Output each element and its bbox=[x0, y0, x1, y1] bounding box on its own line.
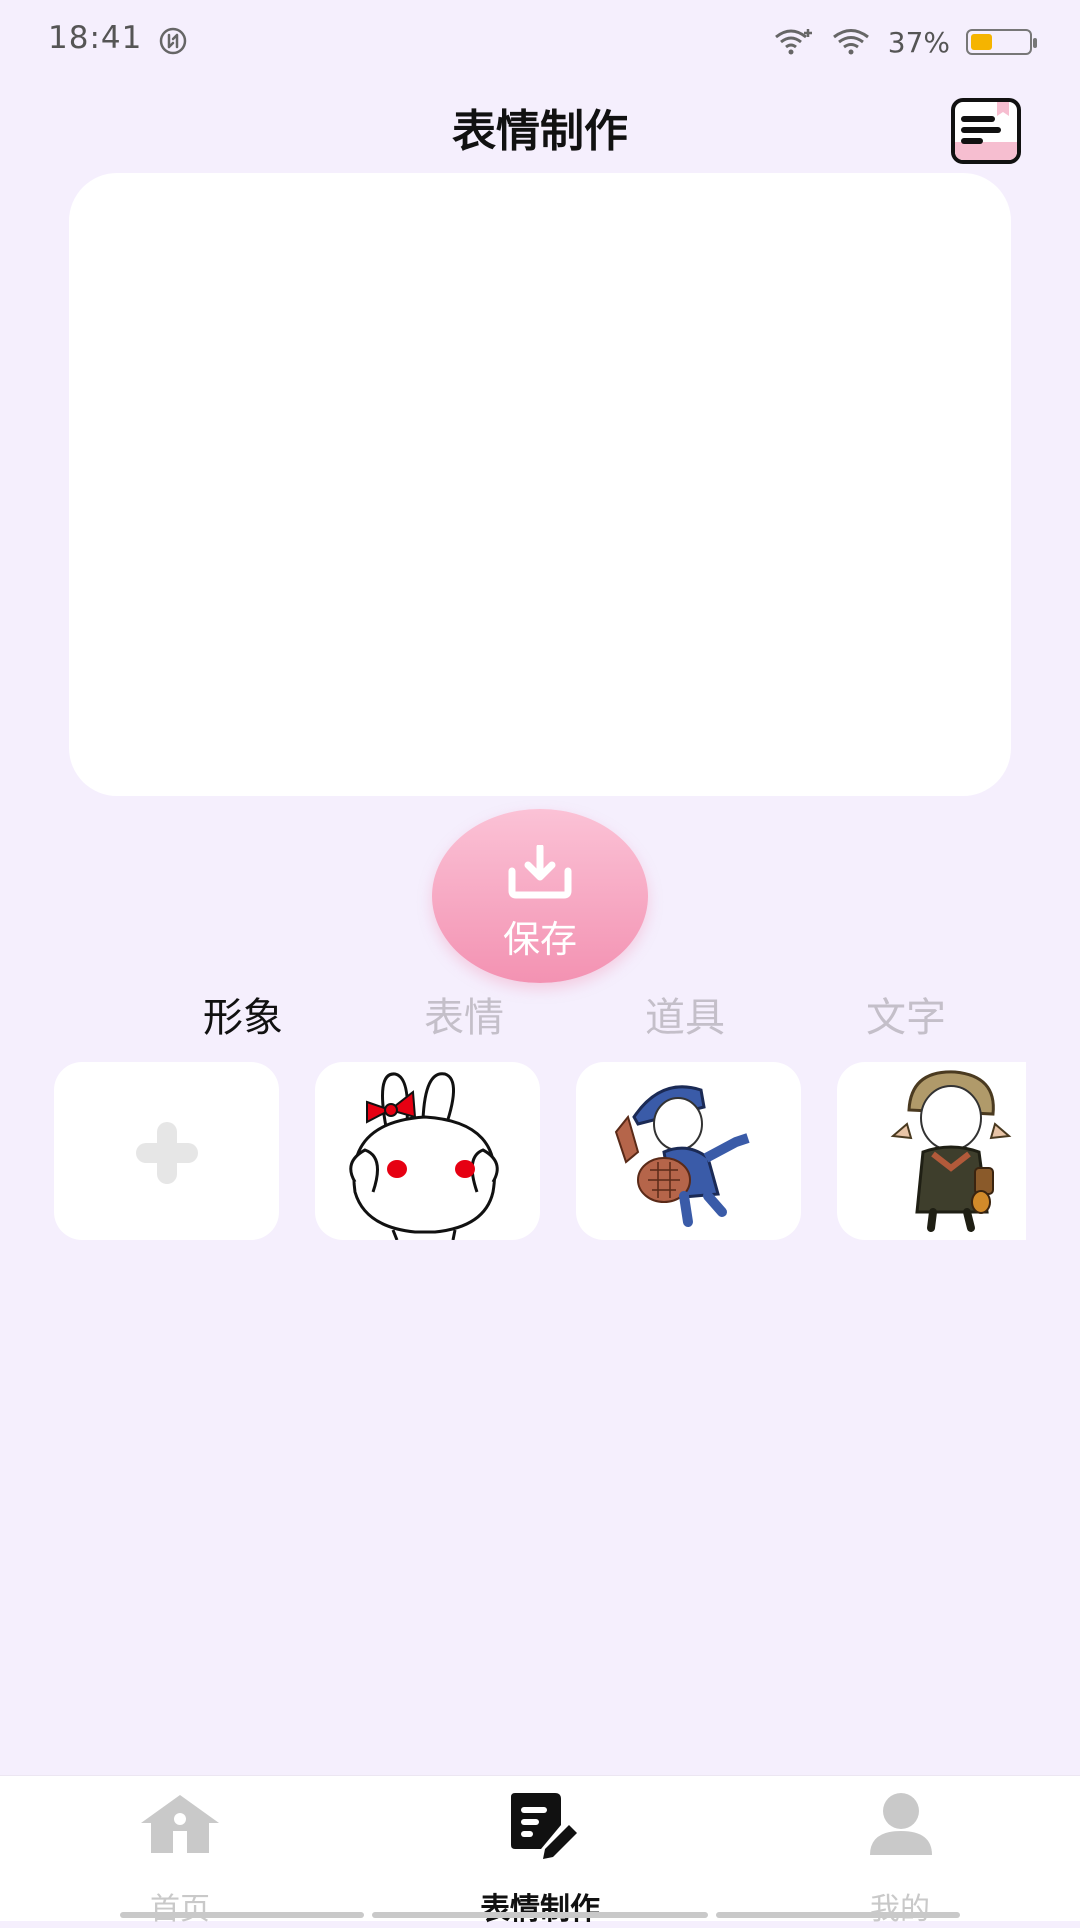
nav-indicator-mine bbox=[716, 1912, 960, 1918]
save-button[interactable]: 保存 bbox=[432, 809, 648, 983]
bottom-nav: 首页 表情制作 我的 bbox=[0, 1775, 1080, 1927]
user-icon bbox=[870, 1793, 932, 1855]
nav-indicator-expression bbox=[372, 1912, 708, 1918]
nav-home[interactable]: 首页 bbox=[80, 1776, 280, 1927]
tab-props[interactable]: 道具 bbox=[615, 985, 755, 1043]
tab-text[interactable]: 文字 bbox=[836, 985, 976, 1043]
nav-home-label: 首页 bbox=[150, 1892, 210, 1927]
plus-icon bbox=[136, 1122, 198, 1184]
tab-avatar[interactable]: 形象 bbox=[173, 985, 313, 1043]
tab-expression[interactable]: 表情 bbox=[394, 985, 534, 1043]
home-icon bbox=[141, 1795, 219, 1853]
editing-canvas[interactable] bbox=[69, 173, 1011, 796]
edit-document-icon bbox=[511, 1793, 577, 1859]
nav-expression-maker[interactable]: 表情制作 bbox=[440, 1776, 640, 1927]
nav-mine[interactable]: 我的 bbox=[800, 1776, 1000, 1927]
status-bar: 18:41 37% bbox=[0, 0, 1080, 84]
battery-icon bbox=[966, 29, 1037, 55]
data-saver-icon bbox=[159, 27, 187, 55]
menu-button[interactable] bbox=[951, 98, 1021, 164]
download-icon bbox=[508, 845, 572, 899]
nav-indicator-home bbox=[120, 1912, 364, 1918]
nav-expression-maker-label: 表情制作 bbox=[480, 1892, 600, 1927]
bunny-sticker-tile[interactable] bbox=[315, 1062, 540, 1240]
battery-percent: 37% bbox=[887, 25, 950, 59]
explorer-character-tile[interactable] bbox=[837, 1062, 1026, 1240]
wifi-plus-icon bbox=[774, 29, 812, 55]
add-item-tile[interactable] bbox=[54, 1062, 279, 1240]
save-label: 保存 bbox=[503, 918, 577, 961]
wifi-icon bbox=[832, 29, 869, 55]
menu-list-icon bbox=[955, 102, 1017, 160]
battery-fill bbox=[971, 34, 992, 50]
status-time: 18:41 bbox=[48, 20, 143, 56]
status-right: 37% bbox=[772, 22, 1037, 62]
blue-hat-character-image bbox=[614, 1085, 750, 1227]
page-title: 表情制作 bbox=[452, 106, 628, 157]
explorer-character-image bbox=[890, 1070, 1012, 1232]
nav-mine-label: 我的 bbox=[870, 1892, 930, 1927]
bunny-sticker-image bbox=[349, 1072, 499, 1240]
blue-hat-character-tile[interactable] bbox=[576, 1062, 801, 1240]
